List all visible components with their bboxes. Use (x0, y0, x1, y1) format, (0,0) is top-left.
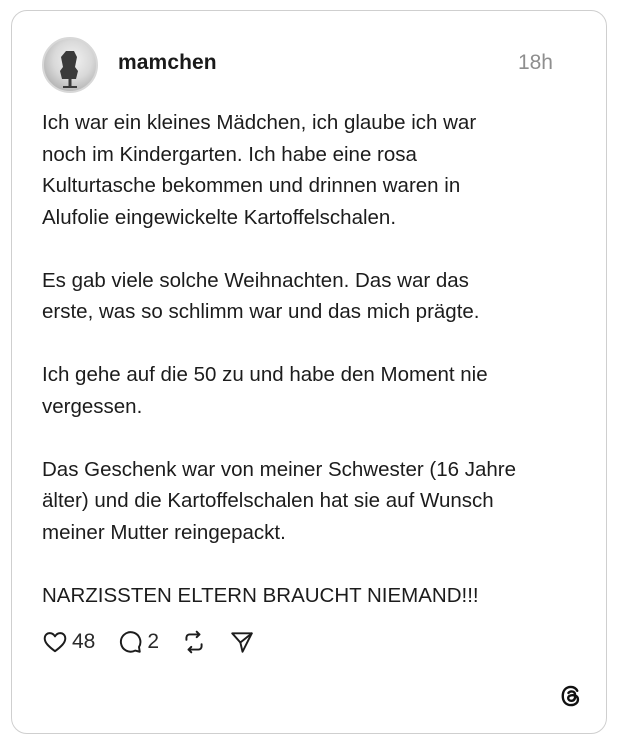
like-button[interactable]: 48 (42, 629, 95, 655)
comment-bubble-icon (117, 629, 143, 655)
username[interactable]: mamchen (118, 51, 217, 75)
post-paragraph: NARZISSTEN ELTERN BRAUCHT NIEMAND!!! (42, 583, 479, 607)
like-count: 48 (72, 630, 96, 653)
threads-logo-icon (558, 683, 584, 709)
reply-button[interactable]: 2 (117, 629, 159, 655)
avatar[interactable] (42, 37, 98, 93)
post-paragraph: Ich war ein kleines Mädchen, ich glaube … (42, 111, 477, 229)
post-body: Ich war ein kleines Mädchen, ich glaube … (42, 107, 587, 611)
post-paragraph: Das Geschenk war von meiner Schwester (1… (42, 457, 516, 544)
heart-icon (42, 629, 68, 655)
reply-count: 2 (147, 630, 160, 653)
post-paragraph: Es gab viele solche Weihnachten. Das war… (42, 268, 480, 324)
post-actions: 48 2 (42, 627, 277, 657)
repost-button[interactable] (181, 629, 207, 655)
repost-icon (181, 629, 207, 655)
mannequin-avatar-image (60, 51, 78, 88)
post-card: mamchen 18h Ich war ein kleines Mädchen,… (11, 10, 607, 734)
post-timestamp: 18h (517, 51, 553, 74)
send-icon (229, 629, 255, 655)
post-paragraph: Ich gehe auf die 50 zu und habe den Mome… (42, 363, 488, 418)
share-button[interactable] (229, 629, 255, 655)
